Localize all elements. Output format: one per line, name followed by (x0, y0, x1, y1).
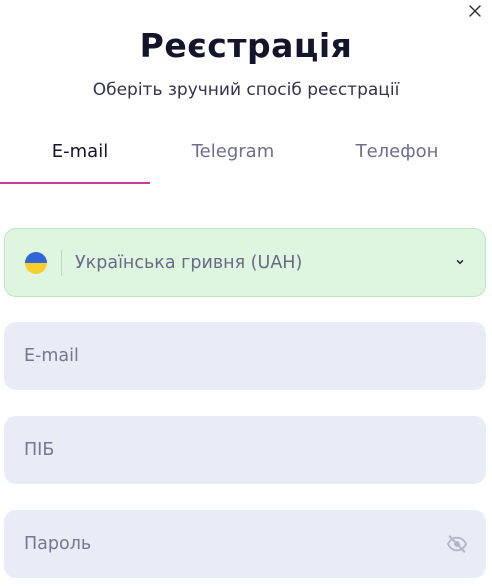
tab-email[interactable]: E-mail (5, 118, 155, 184)
email-input[interactable] (24, 346, 424, 366)
ukraine-flag-icon (25, 251, 47, 274)
eye-off-icon[interactable] (446, 534, 468, 554)
registration-tabs: E-mail Telegram Телефон (0, 118, 492, 188)
currency-selected-label: Українська гривня (UAH) (75, 252, 303, 273)
tab-telegram[interactable]: Telegram (158, 118, 308, 184)
email-field-wrapper (4, 322, 486, 390)
currency-select[interactable]: Українська гривня (UAH) (4, 228, 486, 297)
registration-modal: Реєстрація Оберіть зручний спосіб реєстр… (0, 0, 492, 588)
close-icon[interactable] (466, 2, 484, 20)
tab-phone[interactable]: Телефон (322, 118, 472, 184)
page-title: Реєстрація (139, 26, 353, 65)
page-subtitle: Оберіть зручний спосіб реєстрації (92, 80, 400, 100)
currency-divider (61, 249, 62, 276)
password-input[interactable] (24, 534, 424, 554)
full-name-input[interactable] (24, 440, 424, 460)
name-field-wrapper (4, 416, 486, 484)
password-field-wrapper (4, 510, 486, 578)
active-tab-indicator (0, 182, 150, 184)
chevron-down-icon (456, 260, 464, 265)
